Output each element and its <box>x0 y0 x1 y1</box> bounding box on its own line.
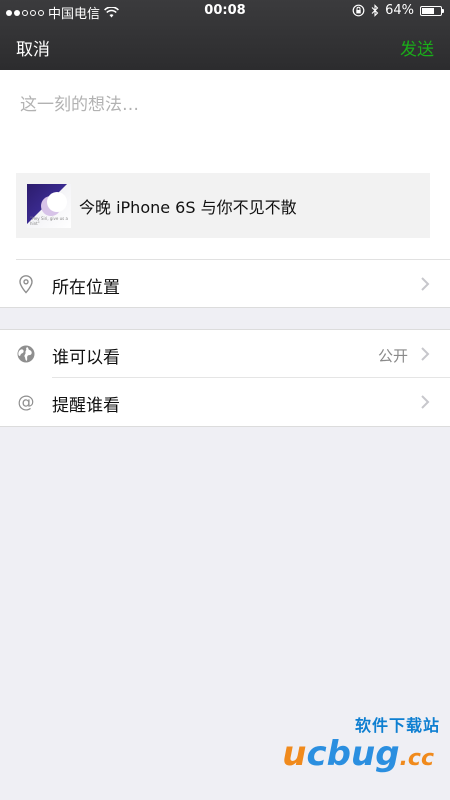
status-bar: 中国电信 00:08 64% <box>0 0 450 22</box>
watermark-brand: ucbug.cc <box>282 734 434 774</box>
location-pin-icon <box>19 275 33 294</box>
battery-icon <box>420 5 444 16</box>
section-separator <box>0 426 450 427</box>
cancel-button[interactable]: 取消 <box>16 35 50 60</box>
battery-percent: 64% <box>385 3 414 18</box>
watermark-brand-rest: cbug <box>306 734 400 774</box>
svg-text:@: @ <box>18 393 35 413</box>
location-label: 所在位置 <box>52 278 120 298</box>
globe-icon <box>17 345 35 363</box>
post-text-input[interactable]: 这一刻的想法… <box>20 90 139 115</box>
orientation-lock-icon <box>352 4 365 17</box>
location-row[interactable]: 所在位置 <box>0 260 450 307</box>
shared-link-card[interactable]: "Hey Siri, give us a hint" 今晚 iPhone 6S … <box>16 173 430 238</box>
watermark-brand-u: u <box>282 734 307 774</box>
chevron-right-icon <box>421 395 430 409</box>
link-thumbnail: "Hey Siri, give us a hint" <box>27 183 71 228</box>
chevron-right-icon <box>421 277 430 291</box>
watermark-site-name: 软件下载站 <box>354 716 440 735</box>
thumbnail-caption: "Hey Siri, give us a hint" <box>30 215 68 226</box>
remind-row[interactable]: @ 提醒谁看 <box>0 378 450 426</box>
watermark-logo: 软件下载站 ucbug.cc <box>250 712 440 782</box>
watermark-brand-tld: .cc <box>399 746 434 771</box>
remind-label: 提醒谁看 <box>52 396 120 416</box>
visibility-label: 谁可以看 <box>52 348 120 368</box>
bluetooth-icon <box>371 4 379 17</box>
chevron-right-icon <box>421 347 430 361</box>
visibility-row[interactable]: 谁可以看 公开 <box>0 330 450 378</box>
top-bar: 中国电信 00:08 64% 取消 发送 <box>0 0 450 70</box>
status-right: 64% <box>352 3 444 18</box>
section-separator <box>0 307 450 308</box>
visibility-value: 公开 <box>377 347 408 365</box>
battery-fill <box>422 7 434 14</box>
send-button[interactable]: 发送 <box>400 35 434 60</box>
nav-bar: 取消 发送 <box>0 22 450 70</box>
link-title: 今晚 iPhone 6S 与你不见不散 <box>79 197 297 217</box>
at-icon: @ <box>18 393 35 413</box>
